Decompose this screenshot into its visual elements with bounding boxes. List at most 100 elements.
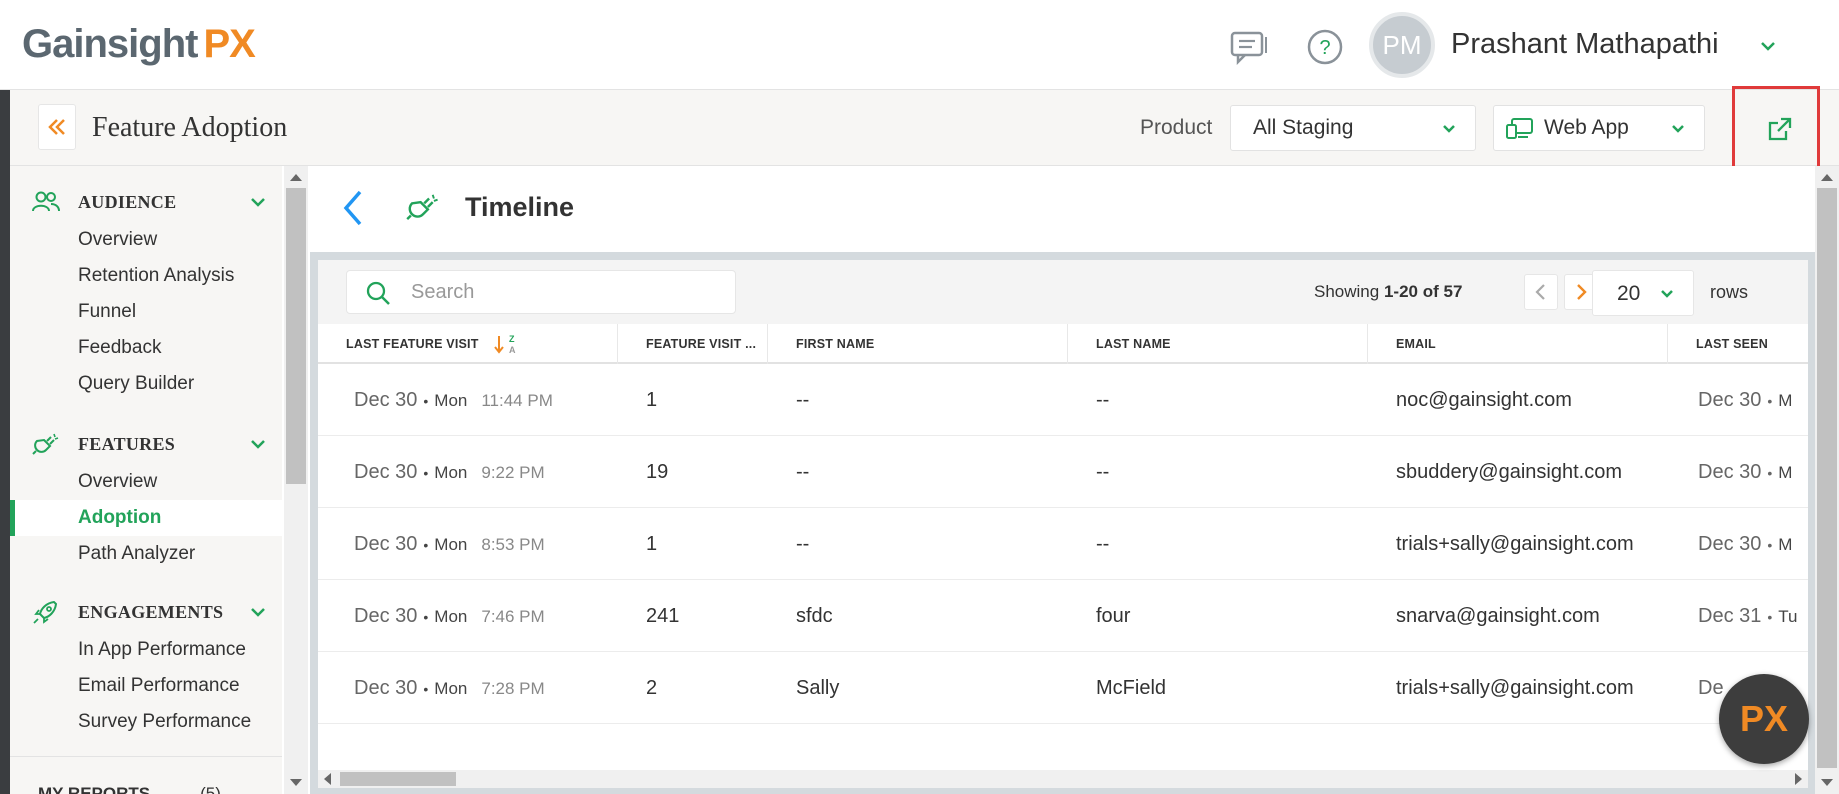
scroll-right-icon[interactable]: [1795, 773, 1802, 785]
chevron-down-icon: [1443, 125, 1455, 133]
chevron-down-icon[interactable]: [248, 602, 268, 622]
px-fab-label: PX: [1739, 698, 1789, 739]
sidebar-item-adoption[interactable]: Adoption: [10, 500, 282, 536]
svg-text:A: A: [509, 345, 516, 355]
table-row[interactable]: Dec 30 • Mon 9:22 PM 19 -- -- sbuddery@gain…: [318, 436, 1808, 508]
timeline-title: Timeline: [465, 192, 575, 222]
sidebar-scrollbar[interactable]: [284, 166, 308, 794]
column-header-label: FEATURE VISIT ...: [646, 337, 757, 351]
cell-feature-visits: 2: [646, 677, 658, 699]
table-row[interactable]: Dec 30 • Mon 11:44 PM 1 -- -- noc@gainsight…: [318, 364, 1808, 436]
collapse-sidebar-button[interactable]: [38, 104, 76, 150]
px-assistant-button[interactable]: PX: [1719, 674, 1809, 764]
main-scrollbar[interactable]: [1815, 166, 1839, 794]
audience-header[interactable]: AUDIENCE: [10, 182, 282, 222]
gainsight-px-logo[interactable]: Gainsight PX: [22, 22, 256, 67]
column-header-last-feature-visit[interactable]: LAST FEATURE VISIT ZA: [318, 324, 618, 364]
rows-per-page-select[interactable]: 20: [1592, 270, 1694, 316]
scroll-up-icon[interactable]: [1821, 174, 1833, 181]
showing-total: 57: [1443, 282, 1463, 301]
column-header-label: LAST NAME: [1096, 337, 1171, 351]
sidebar-item-feedback[interactable]: Feedback: [10, 330, 282, 366]
chevron-down-icon[interactable]: [248, 434, 268, 454]
sidebar-item-audience-overview[interactable]: Overview: [10, 222, 282, 258]
cell-feature-visits: 1: [646, 533, 658, 555]
open-external-icon[interactable]: [1767, 116, 1793, 147]
chevron-down-icon: [1661, 290, 1673, 298]
engagements-header[interactable]: ENGAGEMENTS: [10, 592, 282, 632]
logo-text: Gainsight: [22, 22, 198, 66]
sidebar-item-query-builder[interactable]: Query Builder: [10, 366, 282, 402]
app-select-value: Web App: [1544, 116, 1629, 139]
cell-last-name: --: [1096, 389, 1110, 411]
back-button[interactable]: [340, 188, 366, 233]
main-content: Timeline Showing 1-20 of 57: [310, 166, 1815, 794]
cell-feature-visits: 19: [646, 461, 669, 483]
column-header-last-name[interactable]: LAST NAME: [1068, 324, 1368, 364]
cell-last-seen: Dec 30 • M: [1698, 389, 1793, 411]
user-menu-chevron-icon[interactable]: [1756, 34, 1780, 58]
app-select[interactable]: Web App: [1493, 105, 1705, 151]
sidebar-item-survey-performance[interactable]: Survey Performance: [10, 704, 282, 740]
table-body: Dec 30 • Mon 11:44 PM 1 -- -- noc@gainsight…: [318, 364, 1808, 724]
prev-page-button[interactable]: [1524, 274, 1558, 310]
horizontal-scrollbar[interactable]: [318, 770, 1808, 788]
column-header-first-name[interactable]: FIRST NAME: [768, 324, 1068, 364]
my-reports-header[interactable]: MY REPORTS (5): [38, 784, 221, 794]
scrollbar-thumb[interactable]: [286, 188, 306, 484]
features-header[interactable]: FEATURES: [10, 424, 282, 464]
cell-last-feature-visit: Dec 30 • Mon 7:46 PM: [354, 605, 545, 627]
showing-of: of: [1422, 282, 1439, 301]
help-icon[interactable]: ?: [1305, 27, 1345, 67]
cell-feature-visits: 241: [646, 605, 680, 627]
sidebar-item-path-analyzer[interactable]: Path Analyzer: [10, 536, 282, 572]
cell-last-feature-visit: Dec 30 • Mon 8:53 PM: [354, 533, 545, 555]
sidebar-item-funnel[interactable]: Funnel: [10, 294, 282, 330]
scroll-up-icon[interactable]: [290, 174, 302, 181]
cell-last-name: --: [1096, 461, 1110, 483]
rows-label: rows: [1710, 282, 1749, 302]
audience-section: AUDIENCE Overview Retention Analysis Fun…: [10, 182, 282, 402]
sidebar: AUDIENCE Overview Retention Analysis Fun…: [10, 166, 282, 794]
column-header-feature-visits[interactable]: FEATURE VISIT ...: [618, 324, 768, 364]
sidebar-divider: [10, 756, 282, 757]
avatar[interactable]: PM: [1369, 12, 1435, 78]
cell-last-name: four: [1096, 605, 1131, 627]
sidebar-item-email-performance[interactable]: Email Performance: [10, 668, 282, 704]
search-box[interactable]: [346, 270, 736, 314]
column-header-label: LAST SEEN: [1696, 337, 1768, 351]
scrollbar-thumb[interactable]: [340, 772, 456, 786]
cell-email: noc@gainsight.com: [1396, 389, 1572, 411]
rows-per-page-value: 20: [1617, 282, 1641, 305]
table-row[interactable]: Dec 30 • Mon 8:53 PM 1 -- -- trials+sally@g…: [318, 508, 1808, 580]
chevron-left-icon: [1535, 284, 1545, 300]
cell-first-name: --: [796, 389, 810, 411]
product-select-value: All Staging: [1253, 116, 1354, 139]
table-row[interactable]: Dec 30 • Mon 7:46 PM 241 sfdc four snarva@g…: [318, 580, 1808, 652]
sidebar-item-features-overview[interactable]: Overview: [10, 464, 282, 500]
sidebar-item-retention-analysis[interactable]: Retention Analysis: [10, 258, 282, 294]
chevron-down-icon: [1672, 125, 1684, 133]
svg-text:Z: Z: [509, 334, 515, 344]
scrollbar-thumb[interactable]: [1817, 188, 1837, 768]
pagination-summary: Showing 1-20 of 57: [1314, 282, 1462, 302]
column-header-last-seen[interactable]: LAST SEEN: [1668, 324, 1808, 364]
sidebar-item-in-app-performance[interactable]: In App Performance: [10, 632, 282, 668]
scroll-left-icon[interactable]: [324, 773, 331, 785]
column-header-email[interactable]: EMAIL: [1368, 324, 1668, 364]
product-select[interactable]: All Staging: [1230, 105, 1476, 151]
chat-icon[interactable]: [1230, 27, 1270, 67]
scroll-down-icon[interactable]: [1821, 779, 1833, 786]
engagements-section: ENGAGEMENTS In App Performance Email Per…: [10, 592, 282, 740]
table-row[interactable]: Dec 30 • Mon 7:28 PM 2 Sally McField trials…: [318, 652, 1808, 724]
product-label: Product: [1140, 116, 1213, 139]
plug-icon: [32, 433, 59, 455]
column-header-label: EMAIL: [1396, 337, 1436, 351]
chevron-down-icon[interactable]: [248, 192, 268, 212]
sort-desc-icon[interactable]: ZA: [494, 334, 518, 356]
scroll-down-icon[interactable]: [290, 779, 302, 786]
user-name[interactable]: Prashant Mathapathi: [1451, 28, 1719, 61]
cell-email: trials+sally@gainsight.com: [1396, 533, 1634, 555]
cell-last-name: McField: [1096, 677, 1167, 699]
search-input[interactable]: [411, 279, 711, 305]
